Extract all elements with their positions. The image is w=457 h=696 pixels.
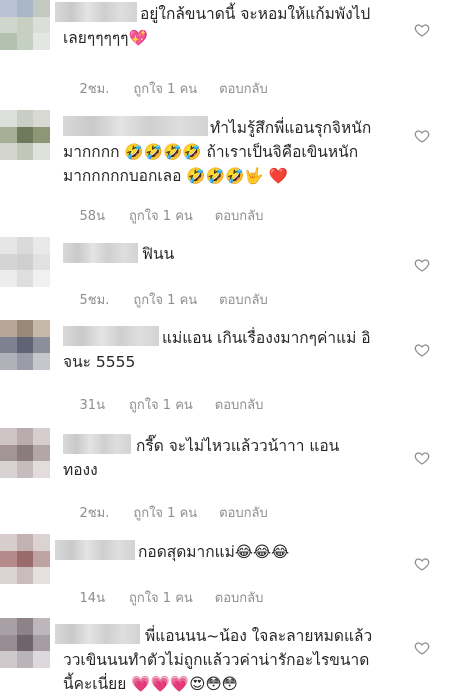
comment-text-line: เลยๆๆๆๆๆ💖 — [63, 29, 148, 47]
comment-meta: 58น ถูกใจ 1 คน ตอบกลับ — [63, 190, 264, 241]
comment-text-line: ทองง — [63, 461, 98, 479]
heart-outline-icon[interactable] — [414, 22, 430, 38]
heart-outline-icon[interactable] — [414, 342, 430, 358]
username-blurred[interactable] — [55, 540, 135, 560]
comment-text-line: กรี๊ด จะไม่ไหวแล้ววน้าาา แอน — [136, 437, 340, 455]
username-blurred[interactable] — [55, 624, 140, 644]
username-blurred[interactable] — [55, 2, 137, 22]
reply-button[interactable]: ตอบกลับ — [219, 289, 268, 310]
comment-text-line: จนะ 5555 — [63, 353, 136, 371]
comment-text-line: อยู่ใกล้ขนาดนี้ จะหอมให้แก้มพังไป — [140, 5, 371, 23]
avatar[interactable] — [0, 320, 50, 370]
avatar[interactable] — [0, 237, 50, 287]
comment-timestamp: 5ชม. — [79, 293, 110, 308]
comment-text-line: ทำไมรู้สึกพี่แอนรุกจิหนัก — [210, 119, 372, 137]
reply-button[interactable]: ตอบกลับ — [215, 394, 264, 415]
comment-likes-count[interactable]: ถูกใจ 1 คน — [133, 502, 197, 523]
comment-meta: 2ชม. ถูกใจ 1 คน ตอบกลับ — [63, 63, 268, 114]
comment-meta: 14น ถูกใจ 1 คน ตอบกลับ — [63, 572, 264, 623]
comment-text-line: พี่แอนนน~น้อง ใจละลายหมดแล้ว — [145, 627, 373, 645]
comment-likes-count[interactable]: ถูกใจ 1 คน — [133, 289, 197, 310]
comment-meta: 31น ถูกใจ 1 คน ตอบกลับ — [63, 379, 264, 430]
avatar[interactable] — [0, 618, 50, 668]
avatar[interactable] — [0, 534, 50, 584]
avatar[interactable] — [0, 428, 50, 478]
heart-outline-icon[interactable] — [414, 640, 430, 656]
comment-text-line: ววเขินนนทำตัวไม่ถูกแล้ววค่าน่ารักอะไรขนา… — [63, 651, 370, 669]
comment-timestamp: 31น — [79, 398, 105, 413]
comment-text-line: กอดสุดมากแม่😂😂😂 — [138, 543, 290, 561]
comment-timestamp: 2ชม. — [79, 506, 110, 521]
username-blurred[interactable] — [63, 243, 138, 263]
comment-text-line: ฟินน — [142, 245, 175, 263]
heart-outline-icon[interactable] — [414, 450, 430, 466]
comment-likes-count[interactable]: ถูกใจ 1 คน — [129, 394, 193, 415]
comment-timestamp: 14น — [79, 591, 105, 606]
comment-meta: 2ชม. ถูกใจ 1 คน ตอบกลับ — [63, 487, 268, 538]
comment-likes-count[interactable]: ถูกใจ 1 คน — [133, 78, 197, 99]
heart-outline-icon[interactable] — [414, 556, 430, 572]
comment-text-line: แม่แอน เกินเรื่องงมากๆค่าแม่ อิ — [162, 329, 371, 347]
reply-button[interactable]: ตอบกลับ — [215, 587, 264, 608]
comment-text-line: มากกกก 🤣🤣🤣🤣 ถ้าเราเป็นจิคือเขินหนัก — [63, 143, 359, 161]
reply-button[interactable]: ตอบกลับ — [219, 502, 268, 523]
comment-likes-count[interactable]: ถูกใจ 1 คน — [129, 205, 193, 226]
heart-outline-icon[interactable] — [414, 257, 430, 273]
comment-text-line: นี้คะเนี่ยย 💗💗💗😍😳😳 — [63, 675, 238, 693]
reply-button[interactable]: ตอบกลับ — [215, 205, 264, 226]
heart-outline-icon[interactable] — [414, 128, 430, 144]
username-blurred[interactable] — [63, 116, 208, 136]
username-blurred[interactable] — [63, 434, 131, 454]
comment-meta: 5ชม. ถูกใจ 1 คน ตอบกลับ — [63, 274, 268, 325]
comment-timestamp: 2ชม. — [79, 82, 110, 97]
avatar[interactable] — [0, 0, 50, 50]
reply-button[interactable]: ตอบกลับ — [219, 78, 268, 99]
avatar[interactable] — [0, 110, 50, 160]
comment-likes-count[interactable]: ถูกใจ 1 คน — [129, 587, 193, 608]
username-blurred[interactable] — [63, 326, 159, 346]
comment-text-line: มากกกกกบอกเลอ 🤣🤣🤣🤟 ❤️ — [63, 167, 288, 185]
comment-timestamp: 58น — [79, 209, 105, 224]
